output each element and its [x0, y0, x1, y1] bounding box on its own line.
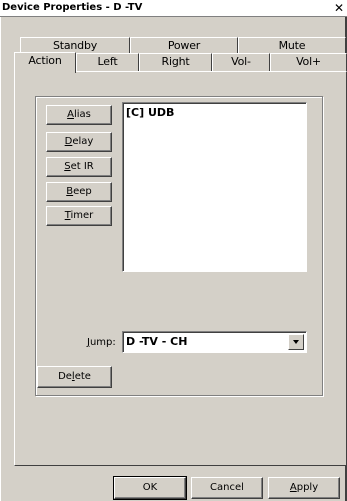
alias-label: lias — [73, 109, 91, 120]
jump-value: D -TV - CH — [126, 335, 188, 348]
action-list[interactable]: [C] UDB — [122, 102, 307, 272]
apply-button[interactable]: Apply — [268, 477, 340, 499]
chevron-down-icon[interactable] — [288, 334, 304, 350]
tab-vol-plus[interactable]: Vol+ — [270, 53, 347, 71]
timer-label: imer — [70, 210, 94, 221]
delay-button[interactable]: Delay — [46, 132, 112, 152]
frame-edge-left — [0, 17, 1, 501]
apply-label: pply — [296, 482, 319, 493]
delete-button[interactable]: Delete — [37, 366, 112, 388]
close-icon[interactable]: ✕ — [332, 2, 346, 15]
beep-button[interactable]: Beep — [46, 182, 112, 202]
list-item[interactable]: [C] UDB — [126, 106, 174, 119]
alias-button[interactable]: Alias — [46, 105, 112, 125]
set-ir-label: et IR — [70, 161, 94, 172]
tab-label: Right — [161, 55, 190, 68]
tab-right[interactable]: Right — [139, 53, 212, 71]
set-ir-button[interactable]: Set IR — [46, 157, 112, 177]
tab-label: Action — [28, 54, 62, 67]
jump-label-text: ump: — [89, 337, 116, 348]
cancel-label: Cancel — [210, 482, 244, 493]
jump-label: Jump: — [87, 337, 116, 348]
title-bar[interactable]: Device Properties - D -TV ✕ — [0, 0, 347, 17]
tab-vol-minus[interactable]: Vol- — [212, 53, 270, 71]
beep-label: eep — [73, 186, 92, 197]
apply-mnemonic: A — [289, 482, 297, 493]
tab-label: Vol- — [231, 55, 251, 68]
tab-label: Mute — [278, 39, 306, 52]
tab-label: Vol+ — [296, 55, 321, 68]
cancel-button[interactable]: Cancel — [191, 477, 263, 499]
jump-dropdown[interactable]: D -TV - CH — [122, 331, 307, 353]
alias-mnemonic: A — [67, 109, 74, 120]
ok-label: OK — [142, 482, 158, 493]
tab-left[interactable]: Left — [76, 53, 139, 71]
delete-label-start: De — [58, 371, 72, 382]
timer-button[interactable]: Timer — [46, 206, 112, 226]
ok-button[interactable]: OK — [113, 476, 187, 500]
window-title: Device Properties - D -TV — [2, 2, 143, 13]
tab-label: Power — [167, 39, 201, 52]
device-properties-dialog: Device Properties - D -TV ✕ Standby Powe… — [0, 0, 347, 501]
tab-action[interactable]: Action — [14, 52, 76, 73]
tab-label: Standby — [52, 39, 98, 52]
delay-label: elay — [72, 136, 94, 147]
delete-label-end: ete — [74, 371, 91, 382]
tab-label: Left — [97, 55, 118, 68]
